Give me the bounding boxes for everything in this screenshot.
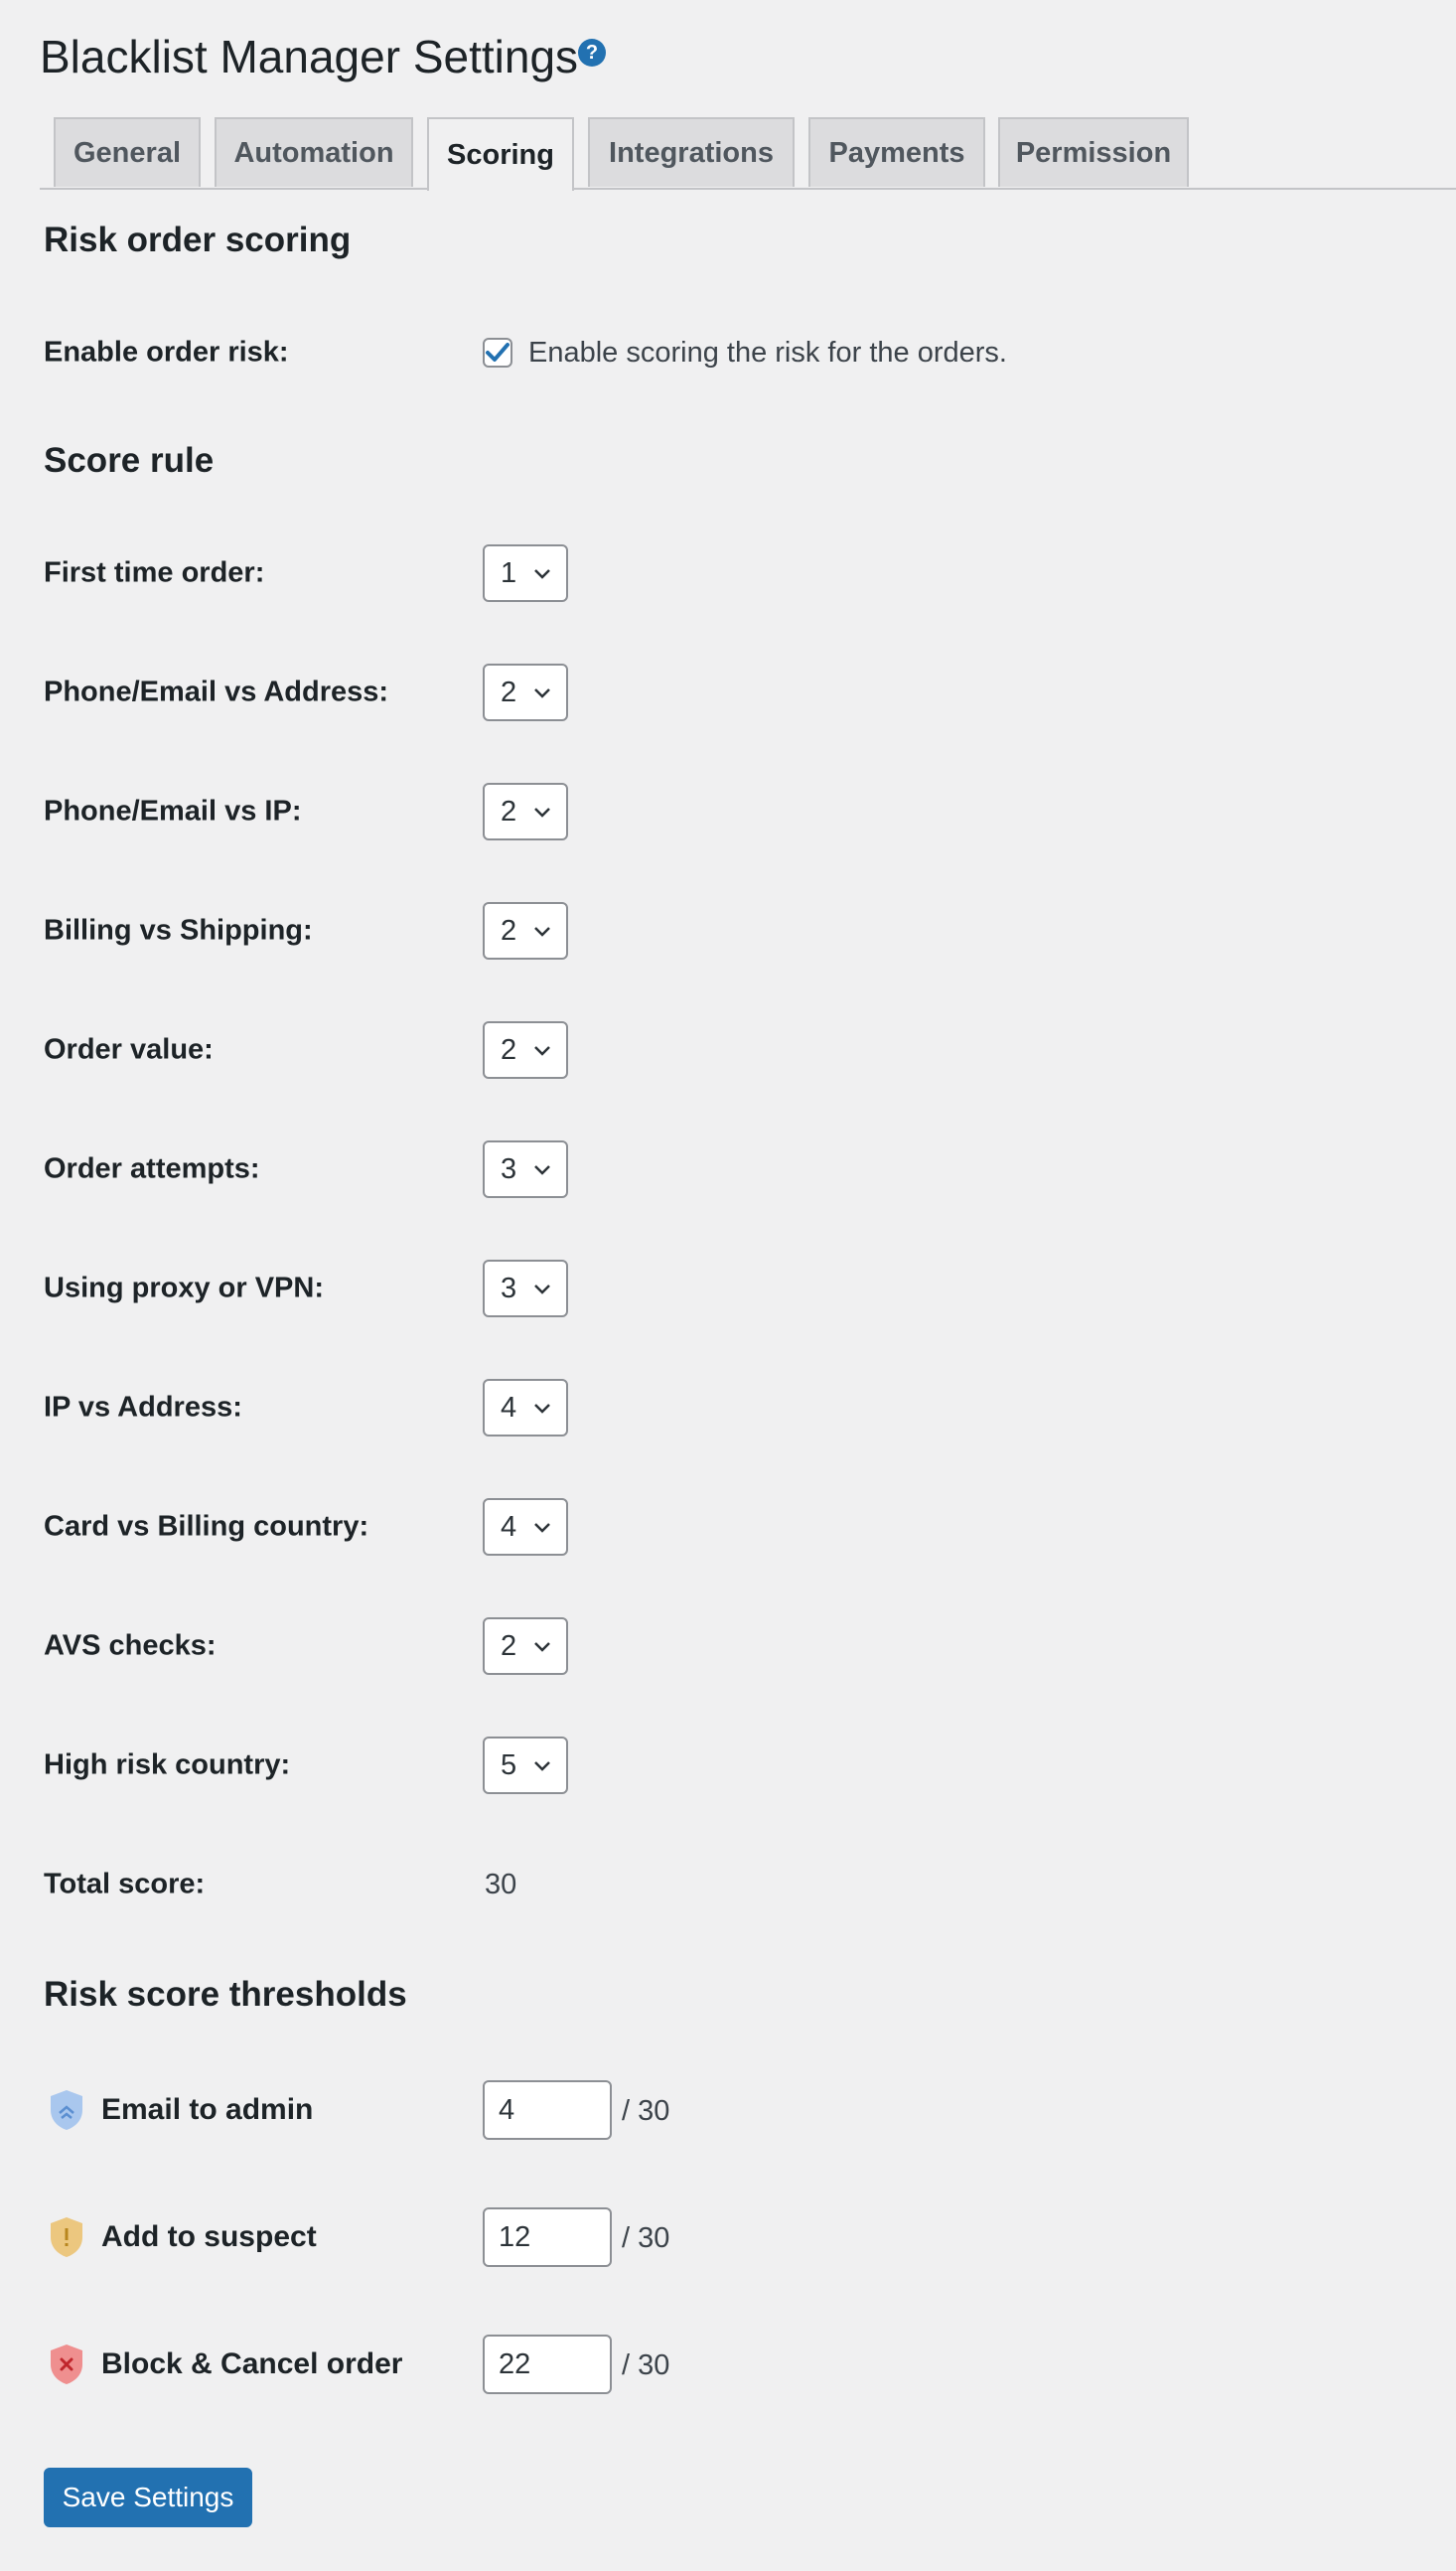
rule-row-avs-checks: AVS checks: 2 [44,1616,1037,1676]
chevron-down-icon [534,1165,550,1175]
section-title-risk-scoring: Risk order scoring [44,221,352,259]
rule-score-select[interactable]: 2 [483,1021,568,1079]
chevron-down-icon [534,1046,550,1056]
threshold-max: / 30 [622,2094,670,2127]
rule-row-first-time-order: First time order: 1 [44,543,1037,603]
chevron-down-icon [534,569,550,579]
threshold-label: Block & Cancel order [101,2347,403,2380]
select-value: 2 [501,914,517,947]
threshold-max: / 30 [622,2348,670,2381]
threshold-row-email-admin: Email to admin / 30 [44,2080,1037,2140]
section-title-score-rule: Score rule [44,441,215,480]
rule-row-phone-email-vs-address: Phone/Email vs Address: 2 [44,663,1037,722]
total-score-value: 30 [485,1868,517,1900]
chevron-down-icon [534,808,550,818]
tab-permission[interactable]: Permission [998,117,1189,187]
rule-score-select[interactable]: 2 [483,902,568,960]
rule-score-select[interactable]: 2 [483,1617,568,1675]
rule-score-select[interactable]: 1 [483,544,568,602]
select-value: 4 [501,1391,517,1424]
chevron-down-icon [534,688,550,698]
rule-label: First time order: [44,556,265,589]
rule-label: Order value: [44,1033,214,1066]
select-value: 2 [501,1033,517,1066]
total-score-row: Total score: 30 [44,1855,1037,1914]
shield-warning-icon [51,2217,82,2257]
save-settings-button[interactable]: Save Settings [44,2468,252,2527]
shield-block-icon [51,2344,82,2384]
section-title-thresholds: Risk score thresholds [44,1975,407,2014]
rule-score-select[interactable]: 4 [483,1379,568,1437]
rule-label: IP vs Address: [44,1391,242,1424]
help-icon[interactable]: ? [578,39,606,67]
rule-row-proxy-vpn: Using proxy or VPN: 3 [44,1259,1037,1318]
rule-label: Card vs Billing country: [44,1510,369,1543]
total-score-label: Total score: [44,1868,206,1900]
page-title: Blacklist Manager Settings [40,31,579,82]
rule-label: Billing vs Shipping: [44,914,313,947]
rule-label: Phone/Email vs IP: [44,795,302,828]
chevron-down-icon [534,1642,550,1652]
chevron-down-icon [534,1285,550,1294]
threshold-row-add-suspect: Add to suspect / 30 [44,2207,1037,2267]
threshold-input-email-admin[interactable] [483,2080,612,2140]
enable-order-risk-label: Enable order risk: [44,336,289,369]
checkmark-icon [486,343,510,362]
select-value: 1 [501,556,517,589]
threshold-row-block-cancel: Block & Cancel order / 30 [44,2335,1037,2394]
chevron-down-icon [534,1523,550,1533]
shield-info-icon [51,2090,82,2130]
chevron-down-icon [534,1404,550,1414]
rule-row-ip-vs-address: IP vs Address: 4 [44,1378,1037,1437]
enable-order-risk-description: Enable scoring the risk for the orders. [528,336,1007,369]
enable-order-risk-row: Enable order risk: Enable scoring the ri… [44,323,1037,382]
threshold-max: / 30 [622,2221,670,2254]
threshold-label: Email to admin [101,2093,314,2126]
select-value: 2 [501,1629,517,1662]
rule-label: High risk country: [44,1748,291,1781]
tab-scoring[interactable]: Scoring [427,117,574,191]
chevron-down-icon [534,1761,550,1771]
tabs-divider [40,188,1456,190]
rule-row-order-attempts: Order attempts: 3 [44,1139,1037,1199]
rule-label: Order attempts: [44,1152,260,1185]
tab-payments[interactable]: Payments [808,117,985,187]
rule-score-select[interactable]: 2 [483,783,568,840]
rule-row-high-risk-country: High risk country: 5 [44,1736,1037,1795]
tab-automation[interactable]: Automation [215,117,413,187]
rule-label: Using proxy or VPN: [44,1272,324,1304]
settings-page: Blacklist Manager Settings ? General Aut… [0,0,1456,2571]
rule-score-select[interactable]: 3 [483,1140,568,1198]
threshold-input-add-suspect[interactable] [483,2207,612,2267]
tab-integrations[interactable]: Integrations [588,117,795,187]
select-value: 5 [501,1748,517,1781]
rule-row-order-value: Order value: 2 [44,1020,1037,1080]
rule-score-select[interactable]: 3 [483,1260,568,1317]
enable-order-risk-checkbox[interactable] [483,338,512,368]
rule-row-card-vs-billing-country: Card vs Billing country: 4 [44,1497,1037,1557]
rule-score-select[interactable]: 2 [483,664,568,721]
rule-label: AVS checks: [44,1629,217,1662]
select-value: 4 [501,1510,517,1543]
rule-label: Phone/Email vs Address: [44,676,389,708]
threshold-input-block-cancel[interactable] [483,2335,612,2394]
rule-row-billing-vs-shipping: Billing vs Shipping: 2 [44,901,1037,961]
rule-score-select[interactable]: 5 [483,1737,568,1794]
tab-general[interactable]: General [54,117,201,187]
select-value: 2 [501,676,517,708]
chevron-down-icon [534,927,550,937]
threshold-label: Add to suspect [101,2220,317,2253]
select-value: 3 [501,1272,517,1304]
select-value: 3 [501,1152,517,1185]
select-value: 2 [501,795,517,828]
rule-score-select[interactable]: 4 [483,1498,568,1556]
rule-row-phone-email-vs-ip: Phone/Email vs IP: 2 [44,782,1037,841]
